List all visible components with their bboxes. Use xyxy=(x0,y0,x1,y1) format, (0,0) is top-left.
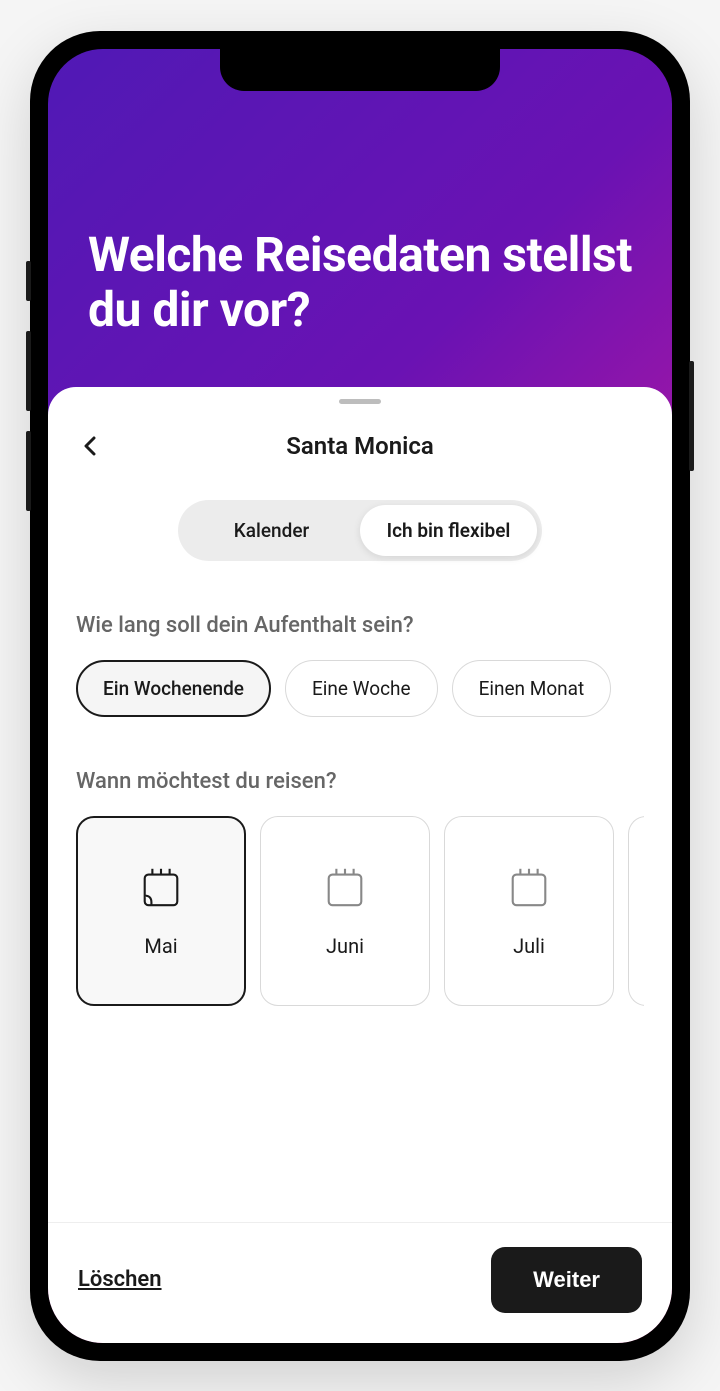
phone-frame: Welche Reisedaten stellst du dir vor? Sa… xyxy=(30,31,690,1361)
page-headline: Welche Reisedaten stellst du dir vor? xyxy=(88,227,632,337)
months-label: Wann möchtest du reisen? xyxy=(76,769,644,794)
bottom-sheet: Santa Monica Kalender Ich bin flexibel W… xyxy=(48,387,672,1343)
duration-chip-week[interactable]: Eine Woche xyxy=(285,660,438,717)
date-mode-toggle: Kalender Ich bin flexibel xyxy=(178,500,542,561)
back-button[interactable] xyxy=(76,432,104,460)
month-grid: Mai Juni xyxy=(76,816,644,1006)
volume-down-button xyxy=(26,431,31,511)
volume-up-button xyxy=(26,331,31,411)
screen: Welche Reisedaten stellst du dir vor? Sa… xyxy=(48,49,672,1343)
next-button[interactable]: Weiter xyxy=(491,1247,642,1313)
sheet-title: Santa Monica xyxy=(76,432,644,460)
month-label: Mai xyxy=(144,934,177,958)
tab-calendar[interactable]: Kalender xyxy=(183,505,360,556)
calendar-icon xyxy=(322,864,368,910)
notch xyxy=(220,49,500,91)
sheet-header: Santa Monica xyxy=(48,404,672,472)
duration-label: Wie lang soll dein Aufenthalt sein? xyxy=(76,613,644,638)
month-card-juni[interactable]: Juni xyxy=(260,816,430,1006)
duration-chip-month[interactable]: Einen Monat xyxy=(452,660,612,717)
clear-button[interactable]: Löschen xyxy=(78,1267,162,1292)
duration-chip-weekend[interactable]: Ein Wochenende xyxy=(76,660,271,717)
calendar-icon xyxy=(138,864,184,910)
calendar-icon xyxy=(506,864,552,910)
tab-flexible[interactable]: Ich bin flexibel xyxy=(360,505,537,556)
sheet-content: Wie lang soll dein Aufenthalt sein? Ein … xyxy=(48,561,672,1222)
month-label: Juli xyxy=(513,934,545,958)
mute-switch xyxy=(26,261,31,301)
month-card-next[interactable] xyxy=(628,816,644,1006)
month-card-juli[interactable]: Juli xyxy=(444,816,614,1006)
duration-chips: Ein Wochenende Eine Woche Einen Monat xyxy=(76,660,644,717)
month-card-mai[interactable]: Mai xyxy=(76,816,246,1006)
power-button xyxy=(689,361,694,471)
month-label: Juni xyxy=(326,934,364,958)
chevron-left-icon xyxy=(82,436,98,456)
sheet-footer: Löschen Weiter xyxy=(48,1222,672,1343)
